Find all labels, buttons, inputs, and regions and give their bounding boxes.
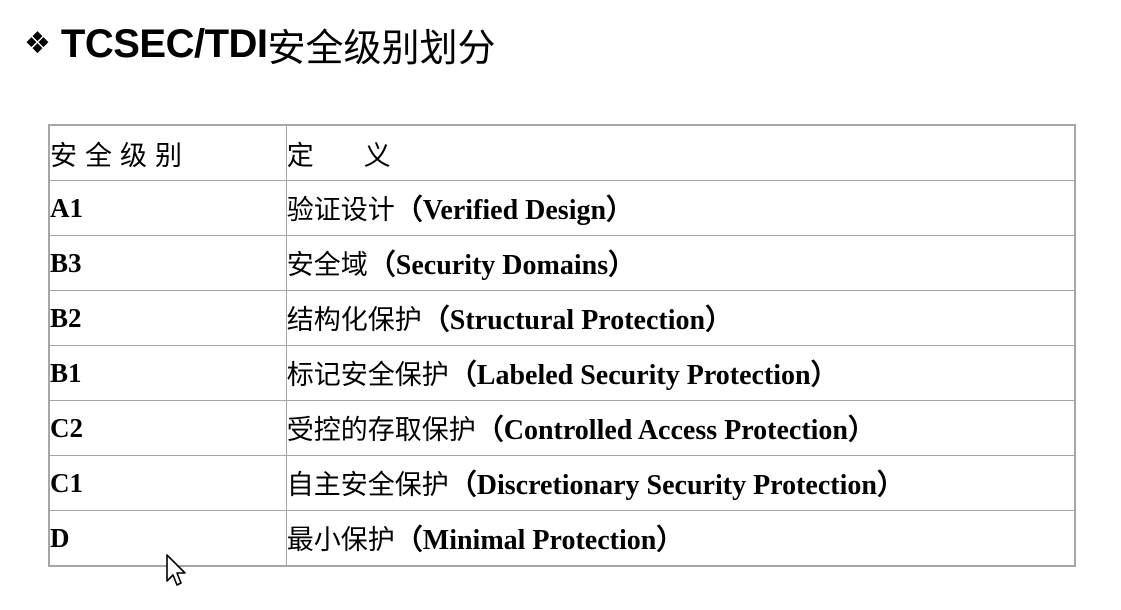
security-level-cell: C1 [48, 455, 287, 511]
table-row: D 最小保护（Minimal Protection） [48, 510, 1076, 567]
table-row: A1 验证设计（Verified Design） [48, 180, 1076, 236]
diamond-bullet-icon: ❖ [24, 26, 51, 61]
definition-chinese: 自主安全保护 [286, 470, 449, 501]
title-text: 安全级别划分 [267, 25, 496, 70]
definition-english: （Discretionary Security Protection） [448, 470, 905, 501]
definition-chinese: 结构化保护 [286, 305, 422, 336]
definition-english: （Controlled Access Protection） [475, 415, 876, 446]
table-row: C2 受控的存取保护（Controlled Access Protection） [48, 400, 1076, 456]
header-security-level: 安全级别 [48, 124, 287, 181]
definition-chinese: 验证设计 [286, 195, 395, 226]
security-level-cell: B2 [48, 290, 287, 346]
table-header-row: 安全级别 定义 [48, 124, 1076, 181]
title-acronym: TCSEC/TDI [60, 21, 268, 66]
definition-english: （Labeled Security Protection） [448, 360, 839, 391]
definition-cell: 自主安全保护（Discretionary Security Protection… [285, 455, 1076, 511]
definition-cell: 结构化保护（Structural Protection） [285, 290, 1076, 346]
table-row: B2 结构化保护（Structural Protection） [48, 290, 1076, 346]
security-level-cell: A1 [48, 180, 287, 236]
definition-chinese: 标记安全保护 [286, 360, 449, 391]
definition-english: （Minimal Protection） [394, 525, 685, 556]
definition-cell: 安全域（Security Domains） [285, 235, 1076, 291]
definition-chinese: 受控的存取保护 [286, 415, 476, 446]
table-row: B1 标记安全保护（Labeled Security Protection） [48, 345, 1076, 401]
table-row: B3 安全域（Security Domains） [48, 235, 1076, 291]
definition-english: （Verified Design） [394, 195, 635, 226]
definition-cell: 受控的存取保护（Controlled Access Protection） [285, 400, 1076, 456]
security-levels-table: 安全级别 定义 A1 验证设计（Verified Design） B3 安全域（Sec… [48, 124, 1076, 567]
definition-chinese: 安全域 [286, 250, 368, 281]
definition-english: （Structural Protection） [421, 305, 734, 336]
table-row: C1 自主安全保护（Discretionary Security Protecti… [48, 455, 1076, 511]
definition-chinese: 最小保护 [286, 525, 395, 556]
slide-title: ❖ TCSEC/TDI 安全级别划分 [24, 18, 496, 70]
security-level-cell: B3 [48, 235, 287, 291]
security-level-cell: B1 [48, 345, 287, 401]
definition-cell: 最小保护（Minimal Protection） [285, 510, 1076, 567]
definition-cell: 验证设计（Verified Design） [285, 180, 1076, 236]
mouse-pointer-icon [166, 554, 186, 586]
security-level-cell: C2 [48, 400, 287, 456]
definition-cell: 标记安全保护（Labeled Security Protection） [285, 345, 1076, 401]
definition-english: （Security Domains） [367, 250, 637, 281]
header-definition: 定义 [285, 124, 1076, 181]
